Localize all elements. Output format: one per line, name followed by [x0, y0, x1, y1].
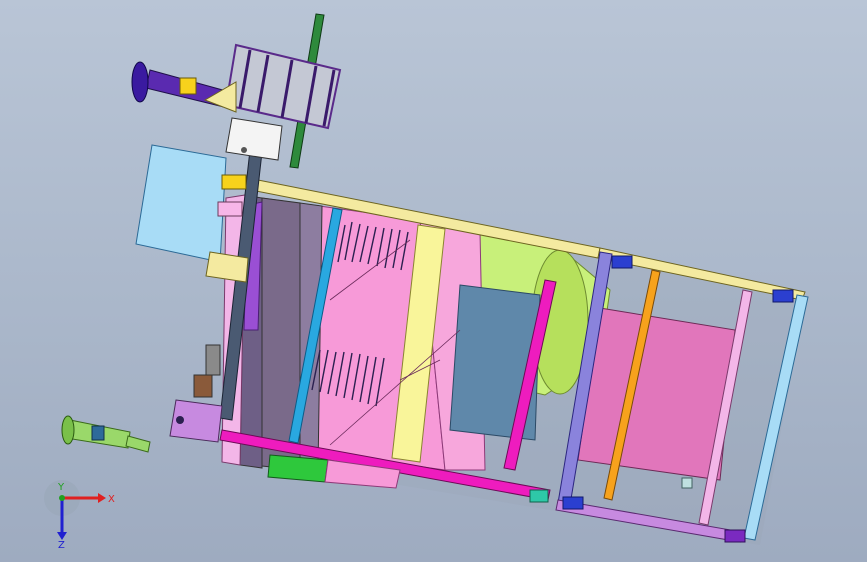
- shaft-flange[interactable]: [131, 61, 149, 103]
- y-axis-dot: [59, 495, 65, 501]
- yellow-sensor[interactable]: [221, 174, 247, 190]
- connector-block-1[interactable]: [611, 255, 633, 269]
- shaft-coupler[interactable]: [179, 77, 197, 95]
- x-axis-label: X: [108, 494, 115, 505]
- orientation-triad: X Y Z: [44, 480, 115, 548]
- lower-mech-1[interactable]: [205, 344, 221, 376]
- connector-block-2[interactable]: [772, 289, 794, 303]
- x-axis-head: [98, 493, 106, 503]
- small-fitting[interactable]: [681, 477, 693, 489]
- pink-sensor[interactable]: [217, 201, 243, 217]
- green-box[interactable]: [267, 454, 329, 483]
- lower-shaft-coupler[interactable]: [91, 425, 105, 441]
- rose-tray[interactable]: [577, 307, 736, 481]
- y-axis-label: Y: [57, 482, 65, 493]
- lower-shaft-tip: [125, 435, 151, 453]
- lower-mech-2[interactable]: [193, 374, 213, 398]
- plate-bolt: [241, 147, 247, 153]
- connector-block-3[interactable]: [562, 496, 584, 510]
- z-axis-label: Z: [58, 540, 65, 548]
- mount-plate[interactable]: [225, 117, 283, 161]
- connector-block-5[interactable]: [529, 489, 549, 503]
- connector-block-4[interactable]: [724, 529, 746, 543]
- lower-shaft-flange[interactable]: [61, 415, 75, 445]
- motor-bolt: [176, 416, 184, 424]
- bracket-box[interactable]: [205, 251, 249, 283]
- z-axis-head: [57, 532, 67, 540]
- assembly-model[interactable]: [0, 0, 867, 562]
- cad-viewport[interactable]: X Y Z: [0, 0, 867, 562]
- control-box[interactable]: [135, 144, 227, 263]
